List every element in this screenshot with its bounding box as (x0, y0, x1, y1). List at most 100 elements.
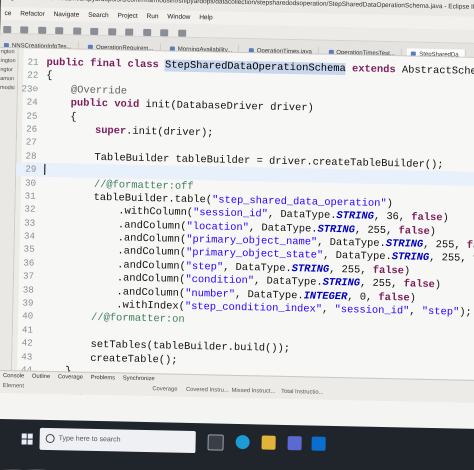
print-icon[interactable] (38, 26, 47, 34)
side-label[interactable]: amon (0, 75, 17, 84)
code-token: , DataType. (317, 236, 386, 251)
line-number: 31 (24, 190, 36, 202)
column-element[interactable]: Element (3, 383, 151, 392)
keyword-token: extends (345, 63, 403, 77)
code-token: ); (459, 306, 472, 319)
string-literal: "location" (186, 220, 250, 234)
keyword-token: false (398, 224, 430, 238)
code-token: , DataType. (253, 275, 323, 289)
task-view-icon[interactable] (207, 434, 224, 451)
run-icon[interactable] (72, 27, 82, 35)
windows-start-icon[interactable] (21, 433, 34, 445)
search-placeholder: Type here to search (58, 435, 121, 444)
code-token: ) (434, 279, 442, 292)
tab-synchronize[interactable]: Synchronize (123, 376, 155, 383)
keyword-token: false (378, 291, 410, 305)
menu-item-help[interactable]: Help (199, 14, 213, 21)
side-label[interactable]: ngtor (0, 66, 17, 75)
tab-console[interactable]: Console (3, 373, 24, 379)
side-label[interactable]: ngton (0, 48, 18, 57)
string-literal: "number" (185, 287, 236, 301)
line-number: 22 (27, 69, 39, 82)
constant-token: STRING (322, 276, 361, 290)
line-number: 35 (23, 243, 35, 256)
line-number: 26 (26, 123, 38, 135)
forward-icon[interactable] (177, 29, 186, 37)
code-token: , DataType. (323, 250, 392, 264)
tab-problems[interactable]: Problems (91, 375, 116, 382)
windows-taskbar: Type here to search (0, 418, 474, 470)
eclipse-window: ogram - console/modsim/shipyardops/src/c… (0, 0, 474, 470)
keyword-token: false (466, 239, 474, 253)
string-literal: "step" (421, 305, 460, 319)
line-number: 38 (22, 284, 34, 296)
new-class-icon[interactable] (107, 28, 116, 36)
keyword-token: false (372, 264, 405, 278)
code-token: , 36, (373, 211, 412, 224)
save-icon[interactable] (20, 26, 29, 34)
coverage-icon[interactable] (90, 27, 99, 35)
line-number: 30 (24, 176, 37, 189)
keyword-token: super (45, 123, 127, 138)
code-token: , 255, (423, 238, 467, 252)
edge-icon[interactable] (235, 434, 250, 450)
debug-icon[interactable] (55, 27, 64, 35)
menu-item-navigate[interactable]: Navigate (54, 11, 80, 19)
column-missed-instructions[interactable]: Missed Instruct... (232, 388, 280, 395)
tab-coverage[interactable]: Coverage (58, 374, 83, 381)
code-token: , 255, (329, 263, 373, 277)
outlook-icon[interactable] (311, 436, 326, 451)
string-literal: "session_id" (192, 207, 269, 221)
menu-item-window[interactable]: Window (167, 13, 190, 20)
eclipse-icon[interactable] (287, 436, 302, 451)
code-token: , 255, (359, 277, 404, 291)
column-total-instructions[interactable]: Total Instructio... (281, 389, 331, 396)
code-token: , DataType. (267, 208, 337, 223)
search-icon[interactable] (142, 28, 151, 37)
code-token: { (46, 70, 53, 83)
line-number: 37 (22, 270, 35, 282)
constant-token: INTEGER (303, 289, 348, 303)
code-token: , 0, (347, 290, 379, 304)
side-label[interactable]: modsi (0, 84, 17, 93)
menu-item-source[interactable]: ce (4, 10, 11, 17)
line-number: 33 (24, 217, 36, 229)
code-token: , (409, 305, 422, 318)
line-number: 29 (25, 163, 37, 175)
photo-of-screen: ogram - console/modsim/shipyardops/src/c… (0, 0, 474, 470)
line-number: 25 (26, 110, 38, 122)
menu-item-project[interactable]: Project (117, 12, 137, 19)
bottom-panel-tabs: Console Outline Coverage Problems Synchr… (3, 373, 161, 382)
menu-item-search[interactable]: Search (88, 12, 109, 19)
line-number: 32 (24, 203, 36, 215)
constant-token: STRING (391, 251, 430, 265)
file-explorer-icon[interactable] (261, 435, 276, 450)
open-type-icon[interactable] (125, 28, 134, 36)
column-coverage[interactable]: Coverage (152, 386, 184, 393)
line-number: 41 (21, 324, 34, 336)
back-icon[interactable] (160, 29, 169, 37)
string-literal: "session_id" (334, 304, 410, 318)
code-token: , DataType. (234, 288, 304, 302)
code-editor[interactable]: 21 public final class StepSharedDataOpera… (12, 48, 474, 404)
constant-token: STRING (336, 210, 375, 224)
new-icon[interactable] (3, 25, 12, 34)
string-literal: "condition" (185, 274, 255, 288)
menu-item-refactor[interactable]: Refactor (20, 10, 45, 18)
tab-outline[interactable]: Outline (32, 374, 50, 380)
menu-item-run[interactable]: Run (146, 13, 158, 20)
taskbar-search-box[interactable]: Type here to search (39, 427, 196, 454)
code-token: ) (409, 292, 417, 305)
line-number: 34 (23, 230, 36, 242)
code-token: ) (386, 197, 393, 211)
column-covered-instructions[interactable]: Covered Instru... (186, 387, 230, 394)
code-token: , 255, (354, 224, 399, 237)
line-number: 43 (21, 351, 33, 363)
side-label[interactable]: ington (0, 57, 18, 66)
code-lines: 21 public final class StepSharedDataOpera… (11, 55, 474, 413)
code-token: , DataType. (223, 261, 292, 275)
code-token: , 255, (429, 252, 473, 266)
code-token: ) (429, 225, 437, 238)
line-number: 21 (27, 56, 39, 68)
string-literal: "step" (185, 260, 224, 274)
